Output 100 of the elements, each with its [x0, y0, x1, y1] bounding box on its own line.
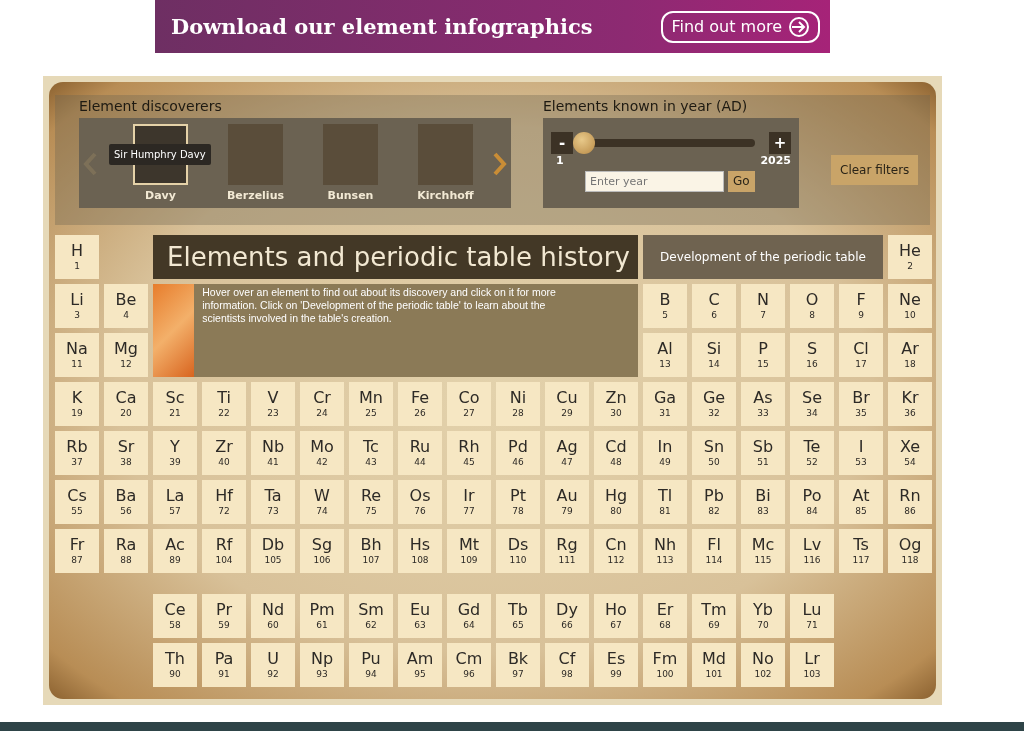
atomic-number: 10 [904, 308, 916, 322]
atomic-number: 67 [610, 618, 622, 632]
element-symbol: Ts [853, 535, 869, 554]
atomic-number: 79 [561, 504, 573, 518]
atomic-number: 86 [904, 504, 916, 518]
atomic-number: 103 [803, 667, 821, 681]
atomic-number: 6 [711, 308, 717, 322]
atomic-number: 96 [463, 667, 475, 681]
atomic-number: 52 [806, 455, 818, 469]
element-symbol: In [657, 437, 673, 456]
atomic-number: 72 [218, 504, 230, 518]
element-symbol: Mn [359, 388, 383, 407]
element-symbol: Ge [702, 388, 726, 407]
atomic-number: 110 [509, 553, 527, 567]
element-symbol: Cu [556, 388, 578, 407]
atomic-number: 75 [365, 504, 377, 518]
element-symbol: Ne [899, 290, 921, 309]
element-symbol: Po [802, 486, 822, 505]
atomic-number: 34 [806, 406, 818, 420]
element-symbol: Br [852, 388, 870, 407]
atomic-number: 19 [71, 406, 83, 420]
element-symbol: Bk [507, 649, 529, 668]
element-symbol: As [753, 388, 773, 407]
element-symbol: Zn [605, 388, 627, 407]
element-symbol: Tb [508, 600, 528, 619]
element-symbol: Ti [217, 388, 231, 407]
element-symbol: Se [802, 388, 822, 407]
element-symbol: Sg [311, 535, 333, 554]
atomic-number: 28 [512, 406, 524, 420]
element-symbol: Pr [216, 600, 232, 619]
atomic-number: 100 [656, 667, 674, 681]
atomic-number: 114 [705, 553, 723, 567]
element-symbol: Ta [264, 486, 282, 505]
element-symbol: Rf [215, 535, 233, 554]
element-symbol: Rb [66, 437, 88, 456]
element-symbol: F [856, 290, 866, 309]
atomic-number: 111 [558, 553, 576, 567]
element-symbol: Cl [853, 339, 869, 358]
element-symbol: S [806, 339, 818, 358]
element-symbol: U [267, 649, 279, 668]
atomic-number: 7 [760, 308, 766, 322]
atomic-number: 59 [218, 618, 230, 632]
atomic-number: 49 [659, 455, 671, 469]
atomic-number: 71 [806, 618, 818, 632]
element-symbol: Lv [802, 535, 822, 554]
element-symbol: Tl [657, 486, 673, 505]
atomic-number: 91 [218, 667, 230, 681]
element-symbol: Ag [556, 437, 578, 456]
element-symbol: Ni [509, 388, 527, 407]
atomic-number: 41 [267, 455, 279, 469]
element-symbol: B [659, 290, 671, 309]
atomic-number: 37 [71, 455, 83, 469]
element-symbol: Na [66, 339, 88, 358]
atomic-number: 73 [267, 504, 279, 518]
element-symbol: Mo [310, 437, 334, 456]
element-symbol: Ba [115, 486, 137, 505]
element-symbol: Cn [605, 535, 627, 554]
atomic-number: 113 [656, 553, 674, 567]
atomic-number: 45 [463, 455, 475, 469]
discoverer-name: Berzelius [226, 188, 285, 202]
element-symbol: Ds [507, 535, 529, 554]
atomic-number: 21 [169, 406, 181, 420]
atomic-number: 54 [904, 455, 916, 469]
element-symbol: Dy [556, 600, 578, 619]
element-symbol: Nh [653, 535, 677, 554]
element-symbol: Rn [899, 486, 921, 505]
section-title: Element discoverers [79, 98, 223, 115]
element-symbol: Er [656, 600, 674, 619]
atomic-number: 22 [218, 406, 230, 420]
atomic-number: 105 [264, 553, 282, 567]
atomic-number: 51 [757, 455, 769, 469]
atomic-number: 89 [169, 553, 181, 567]
atomic-number: 14 [708, 357, 720, 371]
element-symbol: Au [556, 486, 578, 505]
atomic-number: 108 [411, 553, 429, 567]
atomic-number: 76 [414, 504, 426, 518]
element-symbol: Al [657, 339, 673, 358]
element-symbol: Re [360, 486, 382, 505]
element-symbol: Db [261, 535, 285, 554]
banner-headline: Download our element infographics [171, 12, 593, 41]
element-symbol: Es [606, 649, 626, 668]
element-symbol: Kr [901, 388, 919, 407]
element-symbol: Nd [261, 600, 285, 619]
atomic-number: 84 [806, 504, 818, 518]
element-symbol: Tm [701, 600, 727, 619]
atomic-number: 25 [365, 406, 377, 420]
atomic-number: 61 [316, 618, 328, 632]
atomic-number: 62 [365, 618, 377, 632]
element-symbol: Li [70, 290, 84, 309]
atomic-number: 50 [708, 455, 720, 469]
element-symbol: Hg [604, 486, 628, 505]
atomic-number: 29 [561, 406, 573, 420]
element-symbol: Cs [67, 486, 87, 505]
atomic-number: 55 [71, 504, 83, 518]
atomic-number: 26 [414, 406, 426, 420]
element-symbol: Og [898, 535, 922, 554]
atomic-number: 4 [123, 308, 129, 322]
element-symbol: Hs [409, 535, 431, 554]
discoverer-name: Kirchhoff [417, 188, 474, 202]
atomic-number: 63 [414, 618, 426, 632]
